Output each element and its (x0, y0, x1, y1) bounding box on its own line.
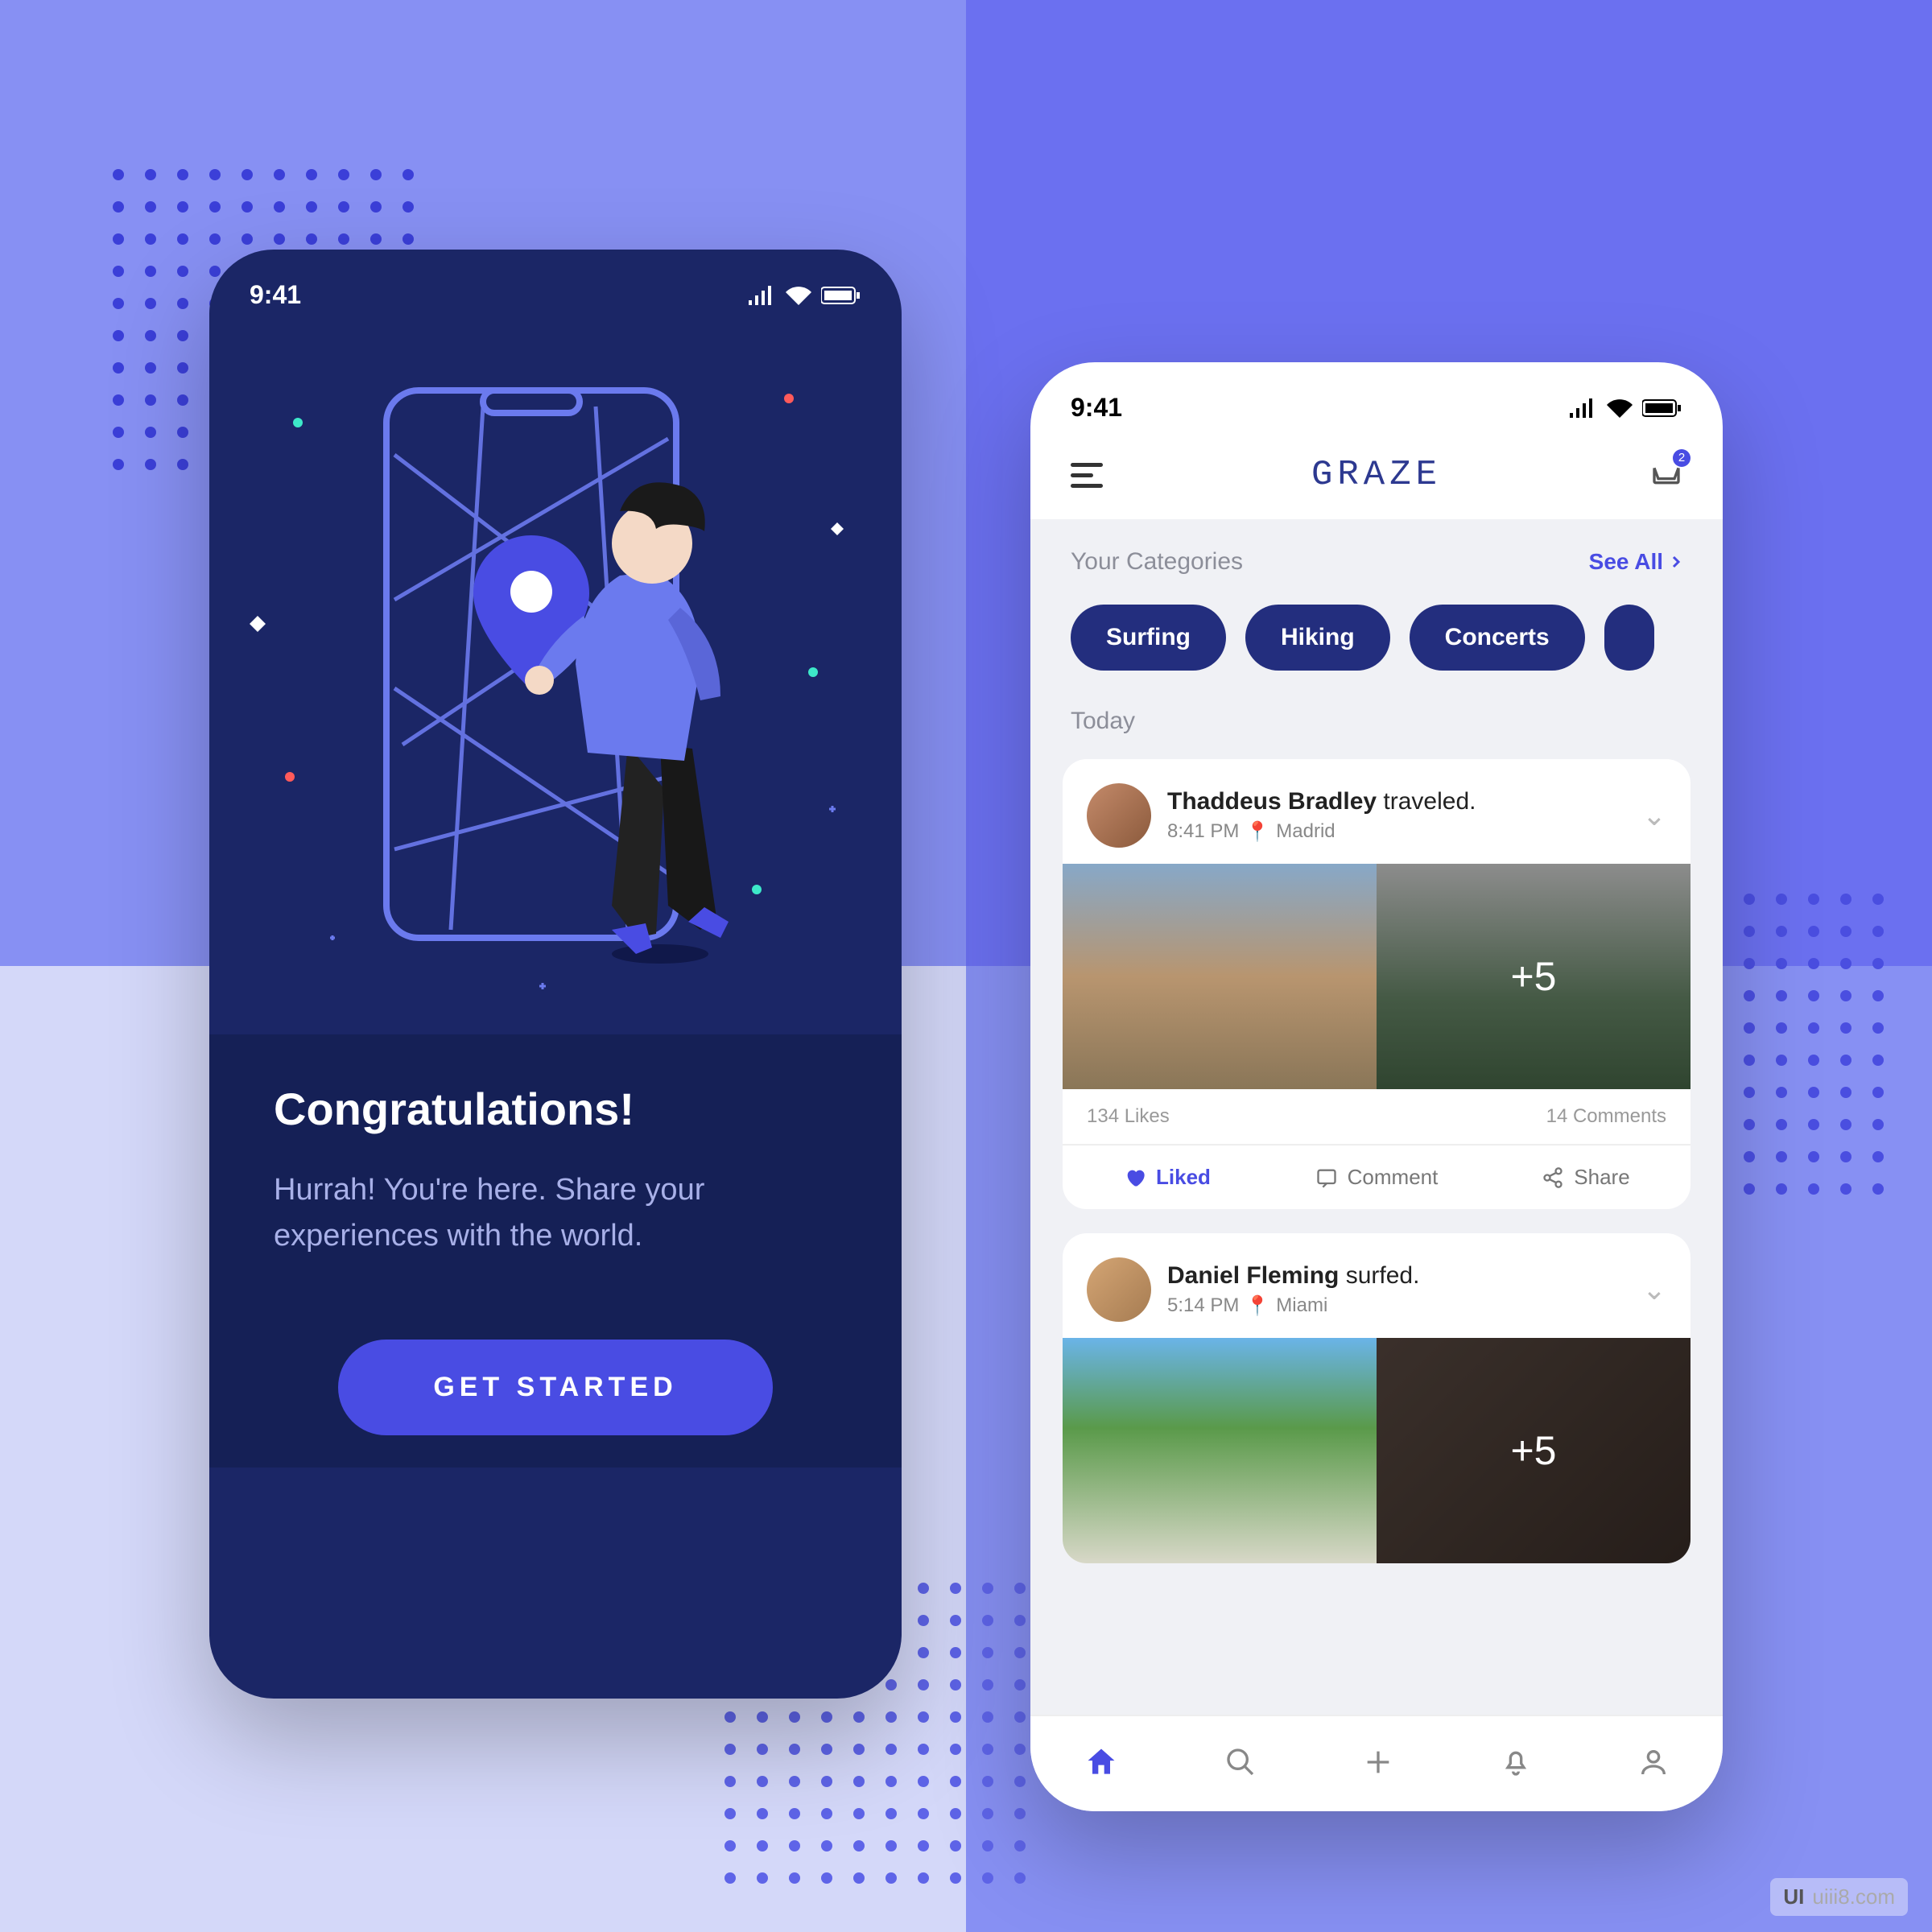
more-images-overlay: +5 (1377, 1338, 1690, 1563)
post-images[interactable]: +5 (1063, 1338, 1690, 1563)
share-button[interactable]: Share (1481, 1146, 1690, 1209)
watermark: UIuiii8.com (1770, 1878, 1908, 1916)
post-headline: Thaddeus Bradley traveled. (1167, 788, 1626, 815)
tab-home[interactable] (1084, 1744, 1119, 1784)
comment-button[interactable]: Comment (1272, 1146, 1481, 1209)
status-time: 9:41 (1071, 393, 1122, 423)
avatar[interactable] (1087, 783, 1151, 848)
tab-profile[interactable] (1637, 1746, 1670, 1782)
chevron-down-icon[interactable]: ⌄ (1642, 799, 1666, 832)
heart-icon (1124, 1166, 1146, 1189)
category-chips: Surfing Hiking Concerts (1030, 605, 1723, 700)
home-icon (1084, 1744, 1119, 1780)
onboarding-screen: 9:41 (209, 250, 902, 1699)
app-logo: GRAZE (1311, 455, 1442, 495)
bell-icon (1500, 1746, 1532, 1778)
share-icon (1542, 1166, 1564, 1189)
onboarding-subtitle: Hurrah! You're here. Share your experien… (274, 1167, 837, 1259)
user-icon (1637, 1746, 1670, 1778)
status-icons (1568, 398, 1682, 418)
menu-icon[interactable] (1071, 463, 1103, 488)
likes-count: 134 Likes (1087, 1105, 1170, 1128)
pin-icon: 📍 (1245, 1294, 1269, 1318)
today-label: Today (1030, 700, 1723, 759)
post-image[interactable] (1063, 864, 1377, 1089)
app-header: GRAZE 2 (1030, 439, 1723, 519)
more-images-overlay: +5 (1377, 864, 1690, 1089)
categories-label: Your Categories (1071, 548, 1243, 576)
onboarding-illustration (209, 326, 902, 1034)
status-bar: 9:41 (209, 250, 902, 326)
chevron-right-icon (1670, 555, 1682, 568)
like-button[interactable]: Liked (1063, 1146, 1272, 1209)
status-icons (747, 286, 861, 305)
search-icon (1224, 1746, 1257, 1778)
feed-screen: 9:41 GRAZE 2 Your Categories See All Sur… (1030, 362, 1723, 1811)
category-chip[interactable]: Hiking (1245, 605, 1390, 671)
post-card: Thaddeus Bradley traveled. 8:41 PM 📍 Mad… (1063, 759, 1690, 1209)
category-chip[interactable] (1604, 605, 1654, 671)
feed-body: Your Categories See All Surfing Hiking C… (1030, 519, 1723, 1727)
tab-search[interactable] (1224, 1746, 1257, 1782)
onboarding-content: Congratulations! Hurrah! You're here. Sh… (209, 1034, 902, 1468)
onboarding-title: Congratulations! (274, 1083, 837, 1135)
post-images[interactable]: +5 (1063, 864, 1690, 1089)
pin-icon: 📍 (1245, 820, 1269, 844)
get-started-button[interactable]: GET STARTED (338, 1340, 773, 1435)
tab-add[interactable] (1362, 1746, 1394, 1782)
comment-icon (1315, 1166, 1338, 1189)
chevron-down-icon[interactable]: ⌄ (1642, 1273, 1666, 1307)
post-image[interactable]: +5 (1377, 1338, 1690, 1563)
avatar[interactable] (1087, 1257, 1151, 1322)
tab-notifications[interactable] (1500, 1746, 1532, 1782)
category-chip[interactable]: Concerts (1410, 605, 1585, 671)
post-card: Daniel Fleming surfed. 5:14 PM 📍 Miami ⌄… (1063, 1233, 1690, 1563)
post-headline: Daniel Fleming surfed. (1167, 1262, 1626, 1290)
post-meta: 5:14 PM 📍 Miami (1167, 1294, 1626, 1318)
inbox-badge: 2 (1673, 449, 1690, 467)
plus-icon (1362, 1746, 1394, 1778)
status-time: 9:41 (250, 280, 301, 310)
inbox-button[interactable]: 2 (1650, 457, 1682, 493)
status-bar: 9:41 (1030, 362, 1723, 439)
category-chip[interactable]: Surfing (1071, 605, 1226, 671)
post-stats: 134 Likes 14 Comments (1063, 1089, 1690, 1144)
see-all-button[interactable]: See All (1589, 549, 1682, 575)
post-meta: 8:41 PM 📍 Madrid (1167, 820, 1626, 844)
post-image[interactable] (1063, 1338, 1377, 1563)
post-image[interactable]: +5 (1377, 864, 1690, 1089)
comments-count: 14 Comments (1546, 1105, 1666, 1128)
tab-bar (1030, 1715, 1723, 1811)
